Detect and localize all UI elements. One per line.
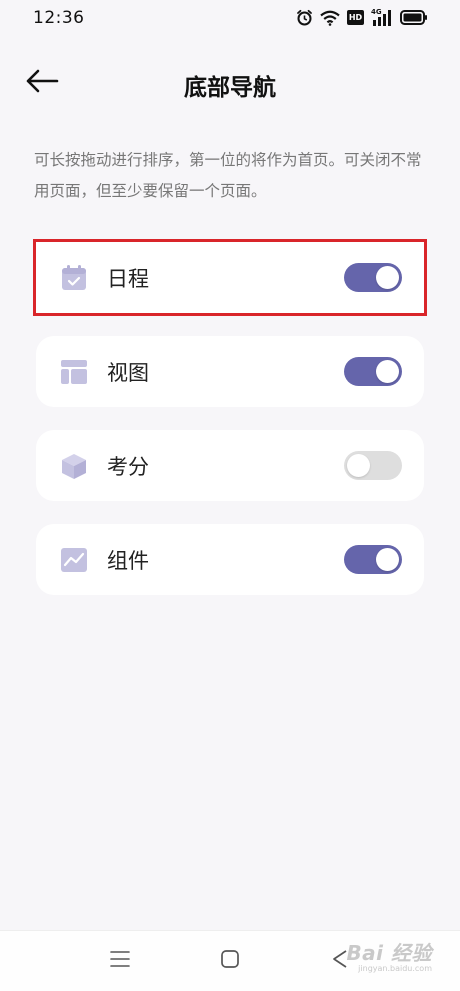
nav-item-score[interactable]: 考分 bbox=[36, 430, 424, 501]
cube-icon bbox=[60, 452, 88, 480]
header: 底部导航 bbox=[0, 50, 460, 116]
home-button[interactable] bbox=[217, 948, 243, 974]
chart-widget-icon bbox=[60, 546, 88, 574]
nav-item-label: 组件 bbox=[107, 549, 149, 573]
nav-item-widget[interactable]: 组件 bbox=[36, 524, 424, 595]
description-text: 可长按拖动进行排序，第一位的将作为首页。可关闭不常用页面，但至少要保留一个页面。 bbox=[34, 151, 422, 200]
nav-item-label: 考分 bbox=[107, 455, 149, 479]
page-title: 底部导航 bbox=[184, 75, 276, 101]
calendar-icon bbox=[60, 264, 88, 292]
toggle-knob bbox=[376, 548, 399, 571]
wifi-icon bbox=[320, 10, 340, 26]
nav-items-list: 日程 视图 考分 组件 bbox=[33, 239, 427, 618]
hd-icon: HD bbox=[347, 10, 364, 25]
toggle-switch[interactable] bbox=[344, 451, 402, 480]
watermark: Bai 经验 jingyan.baidu.com bbox=[346, 937, 432, 973]
nav-item-view[interactable]: 视图 bbox=[36, 336, 424, 407]
nav-item-label: 视图 bbox=[107, 361, 149, 385]
nav-item-schedule[interactable]: 日程 bbox=[33, 239, 427, 316]
home-icon bbox=[220, 949, 240, 973]
watermark-sub: jingyan.baidu.com bbox=[358, 964, 432, 973]
battery-icon bbox=[400, 10, 428, 25]
signal-icon: 4G bbox=[371, 7, 393, 26]
menu-icon bbox=[110, 950, 130, 972]
toggle-switch[interactable] bbox=[344, 263, 402, 292]
status-icons: HD 4G bbox=[296, 7, 428, 26]
toggle-knob bbox=[376, 266, 399, 289]
status-bar: 12:36 HD 4G bbox=[0, 0, 460, 38]
toggle-switch[interactable] bbox=[344, 357, 402, 386]
watermark-main: Bai 经验 bbox=[346, 941, 432, 965]
toggle-switch[interactable] bbox=[344, 545, 402, 574]
status-time: 12:36 bbox=[33, 8, 85, 28]
nav-item-label: 日程 bbox=[107, 267, 149, 291]
system-nav-bar: Bai 经验 jingyan.baidu.com bbox=[0, 930, 460, 991]
menu-button[interactable] bbox=[107, 948, 133, 974]
layout-icon bbox=[60, 358, 88, 386]
alarm-icon bbox=[296, 9, 313, 26]
network-type: 4G bbox=[371, 7, 382, 16]
toggle-knob bbox=[376, 360, 399, 383]
toggle-knob bbox=[347, 454, 370, 477]
